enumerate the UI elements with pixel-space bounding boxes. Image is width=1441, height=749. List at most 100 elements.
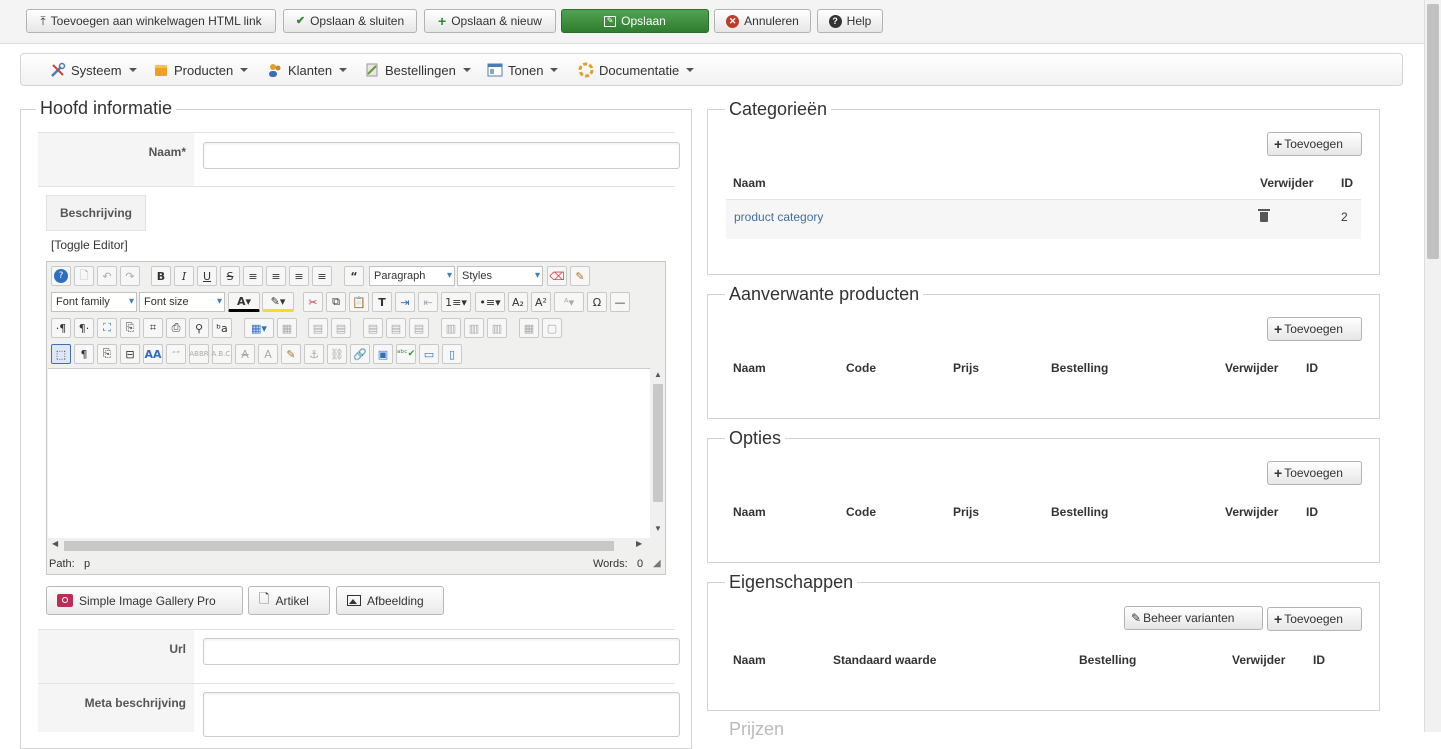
text-color-icon[interactable]: A▾: [228, 292, 260, 312]
url-input[interactable]: [203, 638, 680, 665]
new-document-icon[interactable]: 🗋: [74, 266, 94, 286]
code-icon[interactable]: ⌗: [143, 318, 163, 338]
resize-handle-icon[interactable]: ◢: [653, 558, 661, 569]
font-size-select[interactable]: Font size: [139, 292, 225, 312]
bold-icon[interactable]: B: [151, 266, 171, 286]
media-icon[interactable]: ▭: [419, 344, 439, 364]
add-category-button[interactable]: + Toevoegen: [1267, 132, 1362, 156]
category-name-link[interactable]: product category: [734, 210, 823, 224]
format-select[interactable]: Paragraph: [369, 266, 455, 286]
add-property-button[interactable]: + Toevoegen: [1267, 607, 1362, 631]
insertion-icon[interactable]: A: [258, 344, 278, 364]
name-input[interactable]: [203, 142, 680, 169]
strikethrough-icon[interactable]: S: [220, 266, 240, 286]
editor-vertical-scroll-thumb[interactable]: [653, 384, 663, 502]
copy-icon[interactable]: ⧉: [326, 292, 346, 312]
save-close-button[interactable]: ✔ Opslaan & sluiten: [283, 9, 417, 33]
ltr-icon[interactable]: ·¶: [51, 318, 71, 338]
scroll-right-icon[interactable]: ▶: [636, 539, 642, 548]
scroll-up-icon[interactable]: ▲: [654, 370, 662, 379]
scroll-down-icon[interactable]: ▼: [654, 524, 662, 533]
underline-icon[interactable]: U: [197, 266, 217, 286]
abbr-icon[interactable]: ABBR: [189, 344, 209, 364]
image-icon[interactable]: ▣: [373, 344, 393, 364]
template-icon[interactable]: ⎘: [97, 344, 117, 364]
spellcheck-icon[interactable]: ᵃᵇᶜ✔: [396, 344, 416, 364]
scroll-left-icon[interactable]: ◀: [52, 539, 58, 548]
menu-item-documentatie[interactable]: Documentatie: [578, 61, 695, 79]
manage-variants-button[interactable]: ✎ Beheer varianten: [1124, 606, 1263, 630]
table-icon[interactable]: ▦▾: [244, 318, 274, 338]
help-icon[interactable]: ?: [51, 266, 71, 286]
align-right-icon[interactable]: ≡: [312, 266, 332, 286]
path-value[interactable]: p: [84, 558, 90, 570]
article-button[interactable]: 🗋 Artikel: [248, 586, 330, 615]
fullscreen-icon[interactable]: ⛶: [97, 318, 117, 338]
add-related-product-button[interactable]: + Toevoegen: [1267, 317, 1362, 341]
rtl-icon[interactable]: ¶·: [74, 318, 94, 338]
delete-table-icon[interactable]: ▦: [277, 318, 297, 338]
cite-icon[interactable]: “”: [166, 344, 186, 364]
save-button[interactable]: ✎ Opslaan: [561, 9, 709, 33]
add-to-cart-link-button[interactable]: ⤒ Toevoegen aan winkelwagen HTML link: [26, 9, 276, 33]
unordered-list-icon[interactable]: •≡▾: [475, 292, 505, 312]
insert-col-before-icon[interactable]: ▥: [441, 318, 461, 338]
visual-aid-icon[interactable]: ⬚: [51, 344, 71, 364]
menu-item-tonen[interactable]: Tonen: [487, 61, 559, 79]
gallery-button[interactable]: Simple Image Gallery Pro: [46, 586, 243, 615]
page-break-icon[interactable]: ⊟: [120, 344, 140, 364]
align-center-icon[interactable]: ≡: [266, 266, 286, 286]
search-replace-icon[interactable]: ⎘: [120, 318, 140, 338]
editor-horizontal-scrollbar[interactable]: ◀ ▶: [48, 538, 665, 553]
table-cell-props-icon[interactable]: ▤: [331, 318, 351, 338]
direction-icon[interactable]: ᴬ▾: [554, 292, 584, 312]
find-icon[interactable]: ⚲: [189, 318, 209, 338]
deletion-icon[interactable]: A: [235, 344, 255, 364]
menu-item-bestellingen[interactable]: Bestellingen: [364, 61, 471, 79]
outdent-icon[interactable]: ⇤: [418, 292, 438, 312]
delete-col-icon[interactable]: ▥: [487, 318, 507, 338]
unlink-icon[interactable]: ⛓: [327, 344, 347, 364]
highlight-color-icon[interactable]: ✎▾: [262, 292, 294, 312]
insert-col-after-icon[interactable]: ▥: [464, 318, 484, 338]
replace-icon[interactable]: ᵇa: [212, 318, 232, 338]
insert-row-before-icon[interactable]: ▤: [363, 318, 383, 338]
font-family-select[interactable]: Font family: [51, 292, 137, 312]
horizontal-rule-icon[interactable]: —: [610, 292, 630, 312]
styles-select[interactable]: Styles: [457, 266, 543, 286]
undo-icon[interactable]: ↶: [97, 266, 117, 286]
acronym-icon[interactable]: A.B.C.: [211, 344, 233, 364]
merge-cells-icon[interactable]: ▢: [542, 318, 562, 338]
layer-icon[interactable]: ▯: [442, 344, 462, 364]
redo-icon[interactable]: ↷: [120, 266, 140, 286]
cleanup-broom-icon[interactable]: ✎: [570, 266, 590, 286]
indent-icon[interactable]: ⇥: [395, 292, 415, 312]
page-scrollbar[interactable]: [1424, 0, 1441, 732]
align-justify-icon[interactable]: ≡: [243, 266, 263, 286]
tab-description[interactable]: Beschrijving: [46, 195, 146, 231]
style-props-icon[interactable]: AA: [143, 344, 163, 364]
image-button[interactable]: Afbeelding: [336, 586, 444, 615]
menu-item-klanten[interactable]: Klanten: [267, 61, 348, 79]
add-option-button[interactable]: + Toevoegen: [1267, 461, 1362, 485]
meta-description-input[interactable]: [203, 692, 680, 737]
eraser-icon[interactable]: ⌫: [547, 266, 567, 286]
print-icon[interactable]: ⎙: [166, 318, 186, 338]
align-left-icon[interactable]: ≡: [289, 266, 309, 286]
editor-vertical-scrollbar[interactable]: ▲ ▼: [650, 368, 665, 538]
subscript-icon[interactable]: A₂: [508, 292, 528, 312]
toggle-editor-link[interactable]: [Toggle Editor]: [51, 238, 128, 252]
italic-icon[interactable]: I: [174, 266, 194, 286]
editor-horizontal-scroll-thumb[interactable]: [64, 541, 614, 551]
link-icon[interactable]: 🔗: [350, 344, 370, 364]
insert-row-after-icon[interactable]: ▤: [386, 318, 406, 338]
anchor-icon[interactable]: ⚓: [304, 344, 324, 364]
paste-icon[interactable]: 📋: [349, 292, 369, 312]
superscript-icon[interactable]: A²: [531, 292, 551, 312]
menu-item-systeem[interactable]: Systeem: [50, 61, 137, 79]
paste-text-icon[interactable]: T: [372, 292, 392, 312]
trash-icon[interactable]: [1258, 209, 1270, 222]
cancel-button[interactable]: ✕ Annuleren: [714, 9, 811, 33]
page-scroll-thumb[interactable]: [1427, 4, 1439, 259]
table-row-props-icon[interactable]: ▤: [308, 318, 328, 338]
